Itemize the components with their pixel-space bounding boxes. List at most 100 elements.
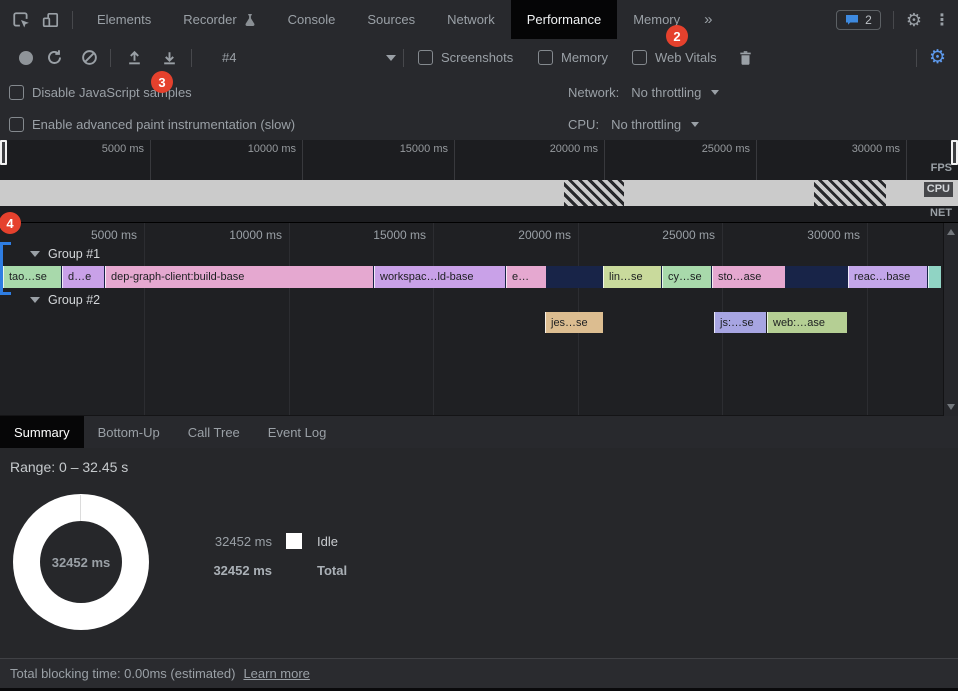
group2-header[interactable]: Group #2 [30,293,100,307]
toolbar-separator [916,49,917,67]
tab-performance[interactable]: Performance [511,0,617,39]
flame-bar[interactable]: lin…se [603,266,661,288]
flame-bar[interactable]: js:…se [714,312,766,333]
session-select-caret[interactable] [386,39,396,76]
reload-and-record-button[interactable] [46,39,63,76]
overview-tick-label: 20000 ms [498,143,598,155]
chevron-down-icon [691,122,699,127]
flame-bar[interactable]: sto…ase [712,266,785,288]
load-profile-button[interactable] [126,39,143,76]
idle-value: 32452 ms [208,534,272,549]
range-label: Range: 0 – 32.45 s [10,459,128,475]
cpu-lane-label: CPU [924,182,953,197]
tabbar-right-controls: 2 ⚙ ⋮ [836,0,950,39]
summary-pane: Range: 0 – 32.45 s 32452 ms 32452 ms Idl… [0,448,958,658]
flame-bar[interactable] [928,266,941,288]
tab-call-tree[interactable]: Call Tree [174,416,254,449]
flame-bar[interactable]: dep-graph-client:build-base [105,266,373,288]
flame-tick-label: 5000 ms [37,228,137,242]
flame-track-1: tao…sed…edep-graph-client:build-basework… [0,266,944,288]
group1-header[interactable]: Group #1 [30,247,100,261]
summary-legend: 32452 ms Idle 32452 ms Total [208,533,347,578]
cpu-band [0,180,958,206]
flame-pane[interactable]: Group #1 tao…sed…edep-graph-client:build… [0,222,958,416]
footer-bar: Total blocking time: 0.00ms (estimated) … [0,658,958,688]
capture-settings-gear[interactable]: ⚙ [929,39,946,76]
tab-console[interactable]: Console [272,0,352,39]
checkbox-box [9,85,24,100]
flame-bar[interactable]: web:…ase [767,312,847,333]
learn-more-link[interactable]: Learn more [243,666,309,681]
overview-right-handle[interactable] [951,140,958,165]
idle-label: Idle [317,534,347,549]
screenshots-checkbox[interactable]: Screenshots [418,39,513,76]
flame-bar[interactable]: e… [506,266,546,288]
flame-tick-label: 20000 ms [471,228,571,242]
network-throttling-value: No throttling [631,85,701,100]
overview-left-handle[interactable] [0,140,7,165]
total-label: Total [317,563,347,578]
scroll-down-icon[interactable] [947,404,955,410]
flame-track-2: jes…se js:…seweb:…ase [0,312,944,333]
flame-tick-label: 15000 ms [326,228,426,242]
clear-recording-button[interactable] [81,39,98,76]
total-value: 32452 ms [208,563,272,578]
experiment-flask-icon [244,13,256,27]
cpu-throttling-select[interactable]: CPU: No throttling [568,117,699,132]
checkbox-box [632,50,647,65]
net-lane-label: NET [930,207,952,219]
flame-bar[interactable]: reac…base [848,266,927,288]
issue-badge-2: 2 [666,25,688,47]
checkbox-box [9,117,24,132]
overview-tick-line [756,140,757,180]
network-throttling-select[interactable]: Network: No throttling [568,85,719,100]
overview-pane[interactable]: FPS CPU NET 5000 ms10000 ms15000 ms20000… [0,140,958,223]
scroll-up-icon[interactable] [947,229,955,235]
tab-elements[interactable]: Elements [81,0,167,39]
tab-bottom-up[interactable]: Bottom-Up [84,416,174,449]
details-tabbar: Summary Bottom-Up Call Tree Event Log [0,415,958,449]
collapse-triangle-icon [30,251,40,257]
toolbar-separator [191,49,192,67]
flame-bar[interactable]: cy…se [662,266,711,288]
memory-checkbox[interactable]: Memory [538,39,608,76]
issue-badge-3: 3 [151,71,173,93]
cpu-busy-hatch [814,180,886,206]
overview-tick-label: 5000 ms [44,143,144,155]
more-tabs-chevron[interactable]: » [696,0,720,39]
flame-tick-label: 25000 ms [615,228,715,242]
tabbar-separator [893,11,894,29]
panel-tabs: Elements Recorder Console Sources Networ… [81,0,720,39]
tab-recorder[interactable]: Recorder [167,0,271,39]
tab-summary[interactable]: Summary [0,416,84,449]
settings-gear-icon[interactable]: ⚙ [906,11,922,29]
gear-icon-blue: ⚙ [929,48,946,67]
inspect-element-icon[interactable] [6,6,36,34]
flame-bar[interactable]: workspac…ld-base [374,266,505,288]
advanced-paint-checkbox[interactable]: Enable advanced paint instrumentation (s… [9,117,295,132]
console-messages-button[interactable]: 2 [836,10,881,30]
overview-tick-label: 10000 ms [196,143,296,155]
tabbar-separator [72,11,73,29]
flame-bar[interactable]: jes…se [545,312,603,333]
customize-menu-icon[interactable]: ⋮ [934,10,950,30]
record-button[interactable] [19,39,33,76]
total-blocking-time-label: Total blocking time: 0.00ms (estimated) [10,666,235,681]
toolbar-separator [110,49,111,67]
session-select[interactable]: #4 [222,39,236,76]
gc-trash-button[interactable] [738,39,753,76]
device-toolbar-icon[interactable] [36,6,66,34]
flame-scrollbar[interactable] [943,223,958,416]
tab-sources[interactable]: Sources [351,0,431,39]
flame-tick-label: 10000 ms [182,228,282,242]
flame-bar[interactable]: d…e [62,266,104,288]
cpu-throttling-value: No throttling [611,117,681,132]
session-label: #4 [222,50,236,65]
issue-badge-4: 4 [0,212,21,234]
overview-tick-line [906,140,907,180]
tab-network[interactable]: Network [431,0,511,39]
flame-tick-label: 30000 ms [760,228,860,242]
checkbox-box [538,50,553,65]
group1-selection-bracket [0,242,13,295]
tab-event-log[interactable]: Event Log [254,416,341,449]
